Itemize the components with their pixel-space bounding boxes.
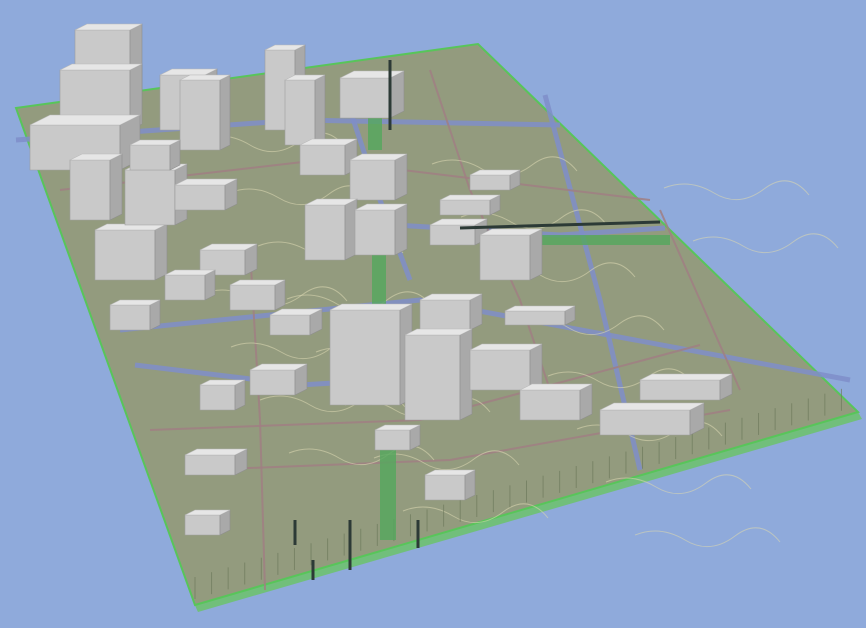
building-face — [249, 369, 296, 396]
building — [269, 308, 323, 336]
contour-line — [663, 180, 810, 200]
building-face — [284, 79, 316, 146]
building-roof — [639, 373, 733, 381]
building-roof — [404, 328, 473, 336]
building-face — [229, 284, 276, 311]
building-face — [439, 199, 491, 216]
building — [199, 379, 246, 411]
building — [349, 153, 408, 201]
building-face — [339, 77, 391, 119]
building — [94, 223, 168, 281]
building — [249, 363, 308, 396]
building-face — [94, 229, 156, 281]
building-roof — [439, 194, 501, 201]
building — [404, 328, 473, 421]
building-face — [469, 174, 511, 191]
building-face — [404, 334, 461, 421]
building-face — [184, 454, 236, 476]
building — [599, 402, 705, 436]
building-side — [394, 153, 408, 201]
building-face — [349, 159, 396, 201]
building-side — [394, 203, 408, 256]
building — [479, 228, 543, 281]
building — [329, 303, 413, 406]
building — [429, 218, 488, 246]
building-side — [314, 74, 326, 146]
building-side — [529, 228, 543, 281]
building — [519, 383, 593, 421]
building — [284, 74, 326, 146]
building-face — [599, 409, 691, 436]
building-face — [69, 159, 111, 221]
building-face — [269, 314, 311, 336]
building-side — [389, 70, 405, 119]
building-face — [354, 209, 396, 256]
building — [504, 305, 576, 326]
building-face — [374, 429, 411, 451]
building-roof — [519, 383, 593, 391]
building-face — [184, 514, 221, 536]
building — [469, 343, 543, 391]
building — [184, 448, 248, 476]
building — [304, 198, 358, 261]
building-face — [469, 349, 531, 391]
building — [164, 269, 216, 301]
building-side — [109, 153, 123, 221]
city-model-scene[interactable] — [0, 0, 866, 628]
building — [439, 194, 501, 216]
building — [419, 293, 483, 331]
building — [129, 139, 181, 171]
building-face — [199, 384, 236, 411]
building-face — [109, 304, 151, 331]
park-strip — [368, 115, 382, 150]
building-face — [174, 184, 226, 211]
building — [69, 153, 123, 221]
building — [354, 203, 408, 256]
building-face — [304, 204, 346, 261]
building-face — [479, 234, 531, 281]
park-strip — [372, 250, 386, 305]
building-face — [519, 389, 581, 421]
building-side — [219, 74, 231, 151]
building-face — [129, 144, 171, 171]
building-face — [639, 379, 721, 401]
building — [109, 299, 161, 331]
building — [229, 279, 286, 311]
building-face — [164, 274, 206, 301]
building — [299, 138, 358, 176]
building-side — [529, 343, 543, 391]
building-face — [179, 79, 221, 151]
building — [639, 373, 733, 401]
building-face — [419, 299, 471, 331]
building-roof — [29, 114, 141, 126]
contour-line — [692, 233, 839, 253]
building-face — [504, 310, 566, 326]
building — [179, 74, 231, 151]
building-side — [154, 223, 168, 281]
contour-line — [634, 527, 781, 547]
park-strip — [540, 235, 670, 245]
building-roof — [599, 402, 705, 411]
building-roof — [329, 303, 413, 311]
building — [174, 178, 238, 211]
building — [184, 509, 231, 536]
park-strip — [380, 440, 396, 540]
building-roof — [229, 279, 286, 286]
building-roof — [469, 343, 543, 351]
building — [469, 169, 521, 191]
building — [424, 469, 476, 501]
building-face — [299, 144, 346, 176]
3d-city-viewport[interactable] — [0, 0, 866, 628]
building — [374, 424, 421, 451]
building-roof — [59, 63, 143, 71]
building-roof — [504, 305, 576, 312]
building-face — [424, 474, 466, 501]
building-roof — [74, 23, 143, 31]
building — [339, 70, 405, 119]
building-face — [124, 169, 176, 226]
building-face — [329, 309, 401, 406]
